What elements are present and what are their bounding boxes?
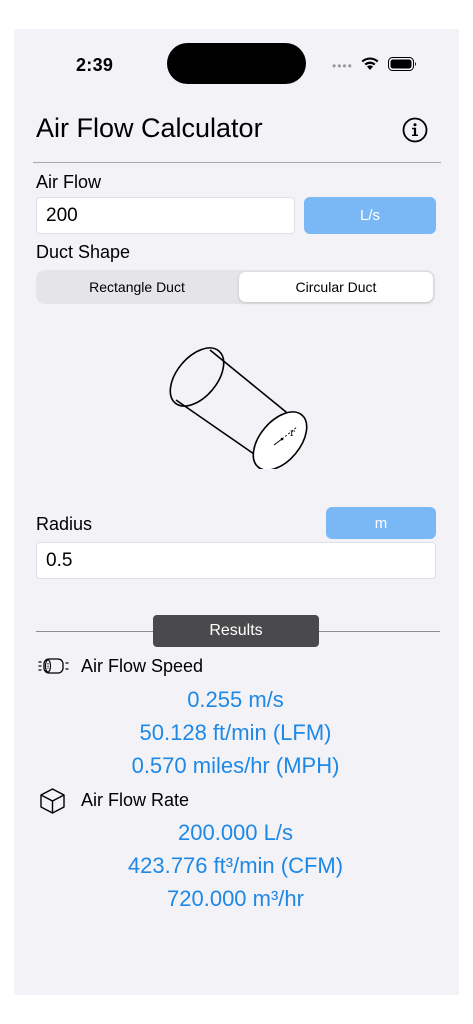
results-tag: Results [153,615,319,647]
radius-input[interactable]: 0.5 [36,542,436,579]
segment-circular-duct[interactable]: Circular Duct [239,272,433,302]
segment-rectangle-duct[interactable]: Rectangle Duct [38,272,236,302]
info-icon[interactable] [402,117,428,143]
air-flow-rate-label: Air Flow Rate [81,790,190,810]
air-flow-unit-button[interactable]: L/s [304,197,436,234]
status-time: 2:39 [76,55,114,75]
app-screen: 2:39 •••• Air Flow Calculator Air Flow 2… [14,29,459,995]
dynamic-island [167,43,306,84]
header-divider [33,162,441,163]
radius-marker: r [290,428,295,439]
box-icon [40,788,65,814]
duct-shape-selector: Rectangle Duct Circular Duct [36,270,435,304]
rate-value-cfm: 423.776 ft³/min (CFM) [127,853,344,878]
speed-value-ms: 0.255 m/s [187,687,284,712]
speed-icon [38,658,69,674]
battery-icon [388,57,416,71]
rate-value-ls: 200.000 L/s [178,820,293,845]
speed-value-lfm: 50.128 ft/min (LFM) [139,720,332,745]
duct-shape-label: Duct Shape [36,242,131,262]
signal-icon: •••• [332,59,353,73]
air-flow-speed-label: Air Flow Speed [81,656,204,676]
air-flow-input[interactable]: 200 [36,197,295,234]
circular-duct-diagram: r [169,347,308,469]
wifi-icon [361,57,379,70]
radius-unit-button[interactable]: m [326,507,436,539]
air-flow-label: Air Flow [36,172,102,192]
speed-value-mph: 0.570 miles/hr (MPH) [131,753,340,778]
radius-label: Radius [36,514,93,534]
rate-value-m3hr: 720.000 m³/hr [167,886,304,911]
page-title: Air Flow Calculator [36,113,263,143]
